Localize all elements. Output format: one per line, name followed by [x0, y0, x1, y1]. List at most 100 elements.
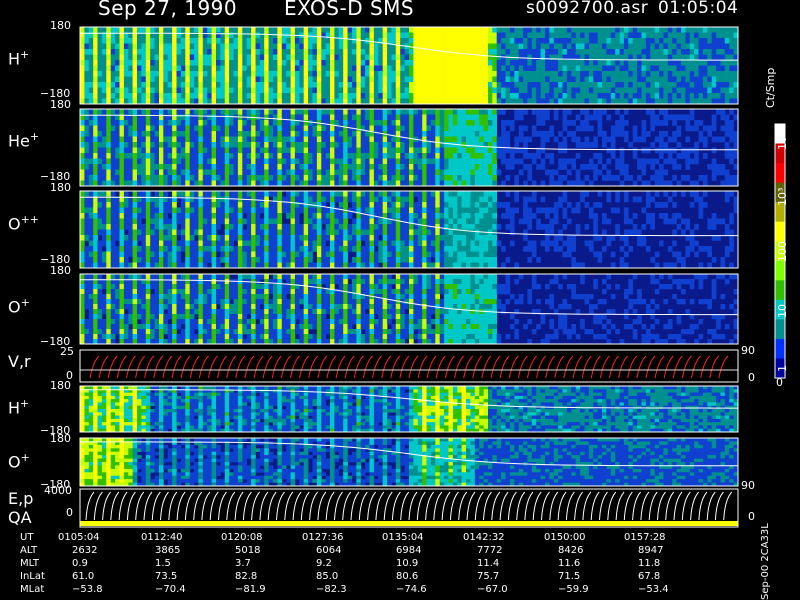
heatmap-he-plus-cell	[518, 125, 524, 132]
heatmap-he-plus-cell	[220, 158, 226, 165]
heatmap-h-plus-cell	[382, 98, 388, 105]
heatmap-he-plus-cell	[373, 147, 379, 154]
heatmap-he-plus-cell	[338, 164, 344, 170]
heatmap-o-plus-plus-cell	[382, 229, 388, 236]
heatmap-o-plus-plus-cell	[180, 235, 186, 241]
heatmap-o-plus-plus-cell	[84, 202, 90, 208]
heatmap-o-plus-plus-cell	[352, 218, 357, 225]
heatmap-h-plus-cell	[492, 49, 497, 55]
heatmap-h-plus-cell	[514, 87, 519, 94]
heatmap-h-plus-cell	[580, 87, 585, 94]
heatmap-he-plus-cell	[97, 169, 103, 176]
heatmap-o-plus-plus-cell	[211, 240, 217, 247]
heatmap-h-plus-cell	[80, 93, 85, 99]
heatmap-h-plus-cell	[650, 54, 655, 61]
heatmap-h-plus-cell	[220, 71, 226, 77]
heatmap-he-plus-cell	[154, 164, 160, 170]
heatmap-o-plus-plus-cell	[80, 224, 85, 230]
heatmap-o-plus-plus-cell	[150, 229, 155, 236]
heatmap-he-plus-cell	[211, 109, 217, 115]
heatmap-h-plus-cell	[88, 82, 94, 88]
heatmap-h-plus-cell	[558, 60, 563, 66]
heatmap-he-plus-cell	[281, 147, 287, 154]
heatmap-h-plus-cell	[294, 98, 300, 105]
heatmap-he-plus-cell	[417, 131, 423, 137]
heatmap-o-plus-plus-cell	[229, 207, 234, 214]
heatmap-he-plus-cell	[202, 114, 208, 121]
heatmap-h-plus-cell	[444, 93, 449, 99]
heatmap-he-plus-cell	[185, 153, 190, 159]
heatmap-he-plus-cell	[299, 147, 304, 154]
heatmap-h-plus-cell	[299, 65, 304, 72]
heatmap-h-plus-cell	[299, 60, 304, 66]
heatmap-o-plus-plus-cell	[294, 207, 300, 214]
heatmap-he-plus-cell	[360, 153, 366, 159]
heatmap-h-plus-cell	[220, 93, 226, 99]
heatmap-he-plus-cell	[343, 158, 348, 165]
heatmap-he-plus-cell	[654, 158, 660, 165]
heatmap-o-plus-plus-cell	[387, 235, 392, 241]
heatmap-h-plus-cell	[711, 82, 717, 88]
heatmap-h-plus-cell	[229, 60, 234, 66]
heatmap-he-plus-cell	[194, 147, 199, 154]
heatmap-h-plus-cell	[716, 82, 721, 88]
heatmap-h-plus-cell	[632, 76, 638, 83]
heatmap-h-plus-cell	[724, 65, 730, 72]
heatmap-h-plus-cell	[422, 38, 427, 44]
heatmap-he-plus-cell	[259, 158, 265, 165]
heatmap-h-plus-cell	[347, 87, 353, 94]
heatmap-o-plus-plus-cell	[194, 262, 199, 269]
heatmap-h-plus-cell	[566, 82, 572, 88]
heatmap-he-plus-cell	[251, 180, 256, 187]
heatmap-o-plus-plus-cell	[154, 240, 160, 247]
heatmap-h-plus-cell	[246, 43, 252, 50]
heatmap-o-plus-plus-cell	[422, 257, 427, 263]
heatmap-h-plus-cell	[645, 93, 651, 99]
heatmap-he-plus-cell	[488, 175, 493, 181]
heatmap-h-plus-cell	[145, 38, 151, 44]
heatmap-h-plus-cell	[264, 71, 269, 77]
heatmap-he-plus-cell	[194, 142, 199, 148]
heatmap-he-plus-cell	[588, 158, 594, 165]
heatmap-he-plus-cell	[202, 175, 208, 181]
heatmap-o-plus-plus-cell	[448, 207, 454, 214]
heatmap-he-plus-cell	[97, 175, 103, 181]
heatmap-he-plus-cell	[365, 131, 370, 137]
heatmap-h-plus-cell	[334, 65, 340, 72]
heatmap-he-plus-cell	[422, 120, 427, 126]
heatmap-he-plus-cell	[110, 158, 116, 165]
heatmap-o-plus-plus-cell	[189, 246, 195, 252]
heatmap-h-plus-cell	[523, 32, 528, 39]
heatmap-h-plus-cell	[290, 65, 296, 72]
heatmap-o-plus-plus-cell	[202, 229, 208, 236]
heatmap-he-plus-cell	[619, 153, 625, 159]
heatmap-o-plus-plus-cell	[312, 196, 318, 203]
heatmap-h-plus-cell	[255, 87, 261, 94]
heatmap-he-plus-cell	[88, 175, 94, 181]
heatmap-h-plus-cell	[615, 93, 620, 99]
heatmap-o-plus-plus-cell	[325, 191, 331, 197]
heatmap-he-plus-cell	[716, 109, 721, 115]
heatmap-h-plus-cell	[97, 54, 103, 61]
heatmap-he-plus-cell	[492, 120, 497, 126]
heatmap-he-plus-cell	[97, 158, 103, 165]
heatmap-he-plus-cell	[606, 158, 612, 165]
heatmap-h-plus-cell	[531, 71, 537, 77]
heatmap-he-plus-cell	[575, 175, 581, 181]
heatmap-o-plus-plus-cell	[325, 218, 331, 225]
heatmap-h-plus-cell	[518, 82, 524, 88]
heatmap-h-plus-cell	[211, 98, 217, 105]
heatmap-h-plus-cell	[637, 32, 642, 39]
heatmap-he-plus-cell	[531, 180, 537, 187]
heatmap-he-plus-cell	[540, 136, 546, 143]
heatmap-o-plus-plus-cell	[216, 207, 221, 214]
heatmap-he-plus-cell	[645, 158, 651, 165]
heatmap-h-plus-cell	[299, 76, 304, 83]
heatmap-h-plus-cell	[159, 93, 164, 99]
heatmap-h-plus-cell	[132, 49, 138, 55]
heatmap-he-plus-cell	[176, 125, 182, 132]
heatmap-o-plus-plus-cell	[316, 246, 322, 252]
heatmap-h-plus-cell	[101, 43, 107, 50]
heatmap-o-plus-plus-cell	[128, 202, 133, 208]
heatmap-h-plus-cell	[93, 38, 98, 44]
